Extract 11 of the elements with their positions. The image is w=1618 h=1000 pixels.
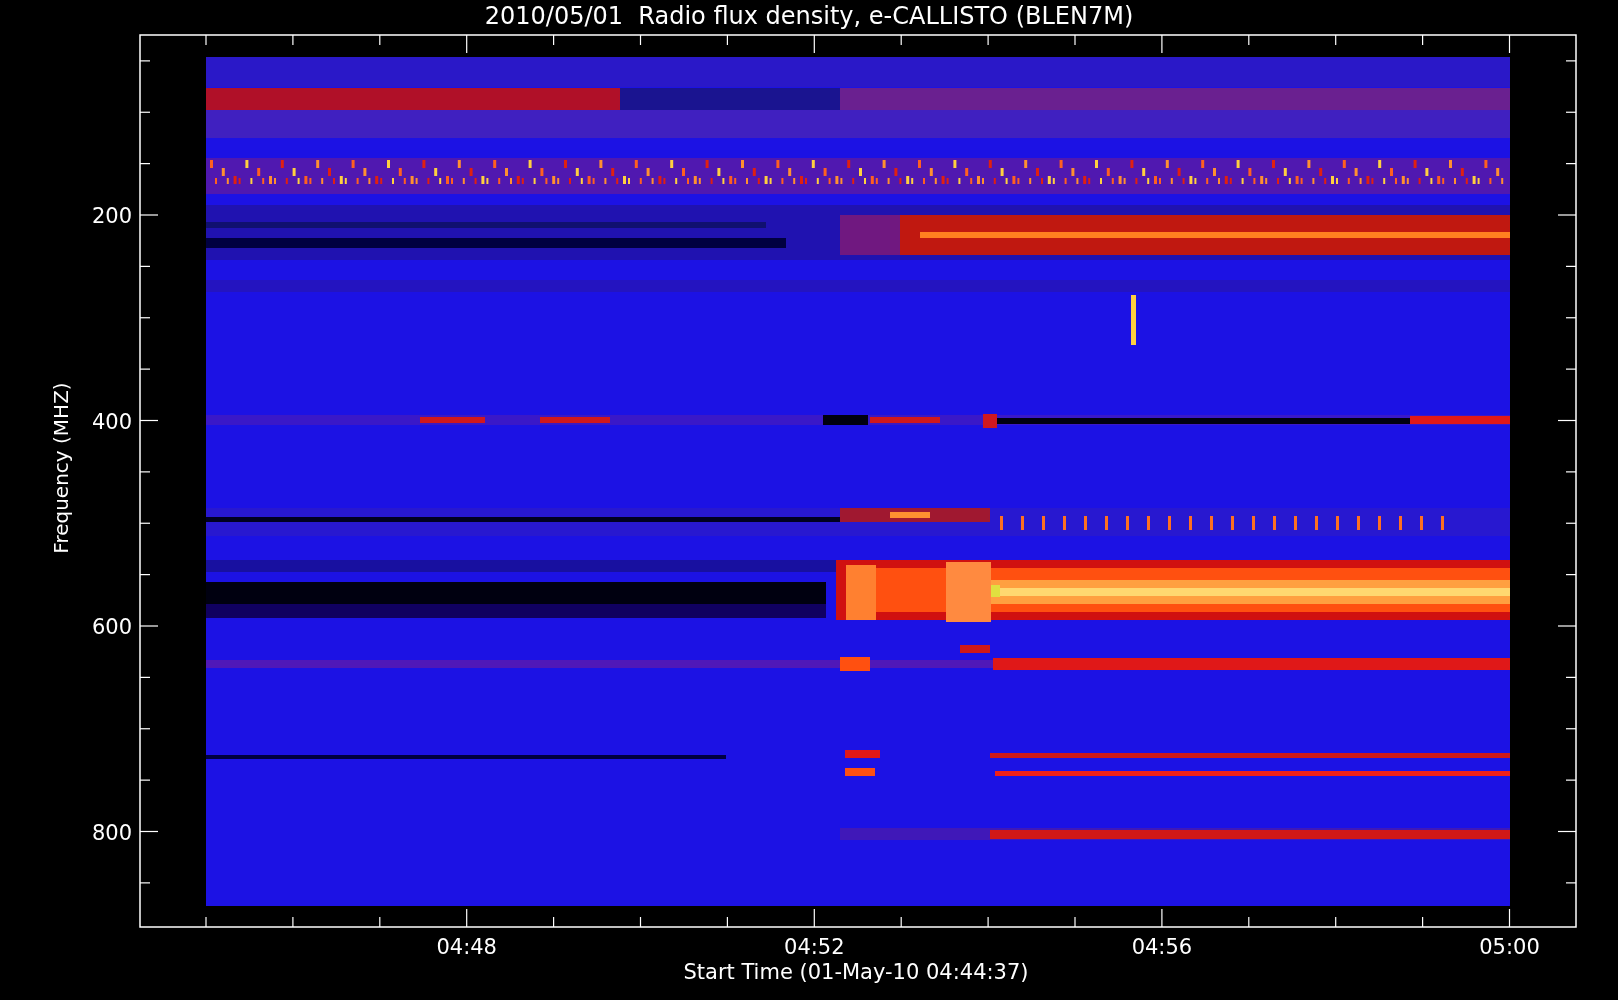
y-axis-label: Frequency (MHZ)	[49, 382, 73, 554]
y-tick-label: 600	[91, 615, 132, 639]
x-axis-label: Start Time (01-May-10 04:44:37)	[683, 960, 1029, 984]
y-tick-label: 800	[91, 820, 132, 845]
y-tick-label: 400	[91, 409, 132, 434]
x-tick-label: 04:52	[784, 935, 845, 959]
y-tick-label: 200	[91, 204, 132, 228]
chart-title: 2010/05/01 Radio flux density, e-CALLISTO (BLEN7M)	[484, 2, 1134, 30]
x-tick-label: 05:00	[1479, 935, 1540, 959]
x-tick-label: 04:48	[436, 935, 497, 959]
x-tick-label: 04:56	[1131, 935, 1193, 959]
